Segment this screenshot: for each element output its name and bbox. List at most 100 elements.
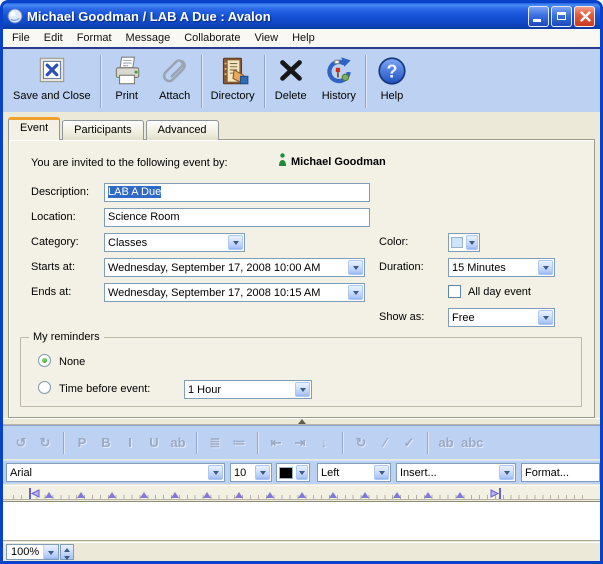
tab-stop-marker[interactable] [108,492,116,498]
maximize-icon [557,12,566,20]
font-toolbar: Arial 10 Left Insert... Format... [3,460,600,484]
tab-stop-marker[interactable] [329,492,337,498]
help-button[interactable]: ? Help [368,52,416,112]
duration-select[interactable]: 15 Minutes [448,258,555,277]
font-size-select[interactable]: 10 [230,463,272,482]
tab-stop-marker[interactable] [298,492,306,498]
save-and-close-button[interactable]: Save and Close [6,52,98,112]
tab-stop-marker[interactable] [45,492,53,498]
tab-participants[interactable]: Participants [62,120,143,140]
category-select[interactable]: Classes [104,233,245,252]
menu-message[interactable]: Message [119,30,178,46]
zoom-control[interactable]: 100% [6,544,59,560]
chevron-down-icon [466,235,478,250]
insert-down-icon: ↓ [315,435,333,450]
tab-stop-marker[interactable] [393,492,401,498]
message-body[interactable] [3,501,600,541]
menu-format[interactable]: Format [70,30,119,46]
align-select[interactable]: Left [317,463,391,482]
chevron-down-icon [208,465,223,480]
splitter-arrow-icon [298,419,306,424]
underline-icon: U [145,435,163,450]
toolbar-separator [196,432,197,454]
starts-at-select[interactable]: Wednesday, September 17, 2008 10:00 AM [104,258,365,277]
reminder-time-select[interactable]: 1 Hour [184,380,312,399]
tab-stop-marker[interactable] [266,492,274,498]
font-color-select[interactable] [276,463,310,482]
spell-check-icon: abc [461,435,483,450]
organizer-name: Michael Goodman [291,156,386,168]
tab-stop-marker[interactable] [424,492,432,498]
bullet-list-icon: ≣ [206,435,224,451]
tab-stop-marker[interactable] [203,492,211,498]
show-as-select[interactable]: Free [448,308,555,327]
numbered-list-icon: ≔ [230,435,248,451]
insert-select[interactable]: Insert... [396,463,516,482]
menu-view[interactable]: View [247,30,285,46]
app-icon [7,8,23,24]
format-toolbar: ↺↻PBIUab≣≔⇤⇥↓↻∕✓ababc [3,425,600,459]
tab-event[interactable]: Event [8,117,60,140]
tab-strip: Event Participants Advanced [3,112,600,139]
font-family-select[interactable]: Arial [6,463,225,482]
directory-button[interactable]: Directory [204,52,262,112]
spinner-down-icon[interactable] [61,554,73,563]
tab-stop-marker[interactable] [361,492,369,498]
directory-icon [216,53,250,89]
pane-splitter[interactable] [3,418,600,425]
font-color-swatch [279,467,293,479]
minimize-button[interactable] [528,6,549,27]
tab-stop-marker[interactable] [77,492,85,498]
history-icon [322,53,356,89]
menu-file[interactable]: File [5,30,37,46]
toolbar-separator [342,432,343,454]
chevron-down-icon [499,465,514,480]
tab-stop-marker[interactable] [456,492,464,498]
title-bar[interactable]: Michael Goodman / LAB A Due : Avalon [3,3,600,29]
my-reminders-legend: My reminders [29,331,104,343]
tab-stop-marker[interactable] [140,492,148,498]
delete-icon [274,53,308,89]
invited-by-label: You are invited to the following event b… [31,157,228,169]
toolbar-separator [100,55,101,108]
maximize-button[interactable] [551,6,572,27]
reminder-time-radio[interactable] [38,381,51,394]
format-select[interactable]: Format... [521,463,600,482]
close-button[interactable] [574,6,595,27]
indent-decrease-icon: ⇤ [267,435,285,451]
all-day-label: All day event [468,286,531,298]
right-indent-marker[interactable] [489,487,503,500]
description-input[interactable]: LAB A Due [104,183,370,202]
delete-button[interactable]: Delete [267,52,315,112]
tab-stop-marker[interactable] [235,492,243,498]
menu-collaborate[interactable]: Collaborate [177,30,247,46]
print-button[interactable]: Print [103,52,151,112]
color-select[interactable] [448,233,480,252]
toolbar-separator [264,55,265,108]
zoom-dropdown-button[interactable] [43,545,58,559]
ends-at-select[interactable]: Wednesday, September 17, 2008 10:15 AM [104,283,365,302]
spinner-up-icon[interactable] [61,545,73,554]
tab-stop-marker[interactable] [171,492,179,498]
chevron-down-icon [538,310,553,325]
all-day-checkbox[interactable] [448,285,461,298]
menu-edit[interactable]: Edit [37,30,70,46]
tab-advanced[interactable]: Advanced [146,120,219,140]
undo-icon: ↺ [12,435,30,451]
history-button[interactable]: History [315,52,363,112]
reminder-time-label: Time before event: [59,383,150,395]
attach-button[interactable]: Attach [151,52,199,112]
duration-label: Duration: [379,261,424,273]
reminder-none-radio[interactable] [38,354,51,367]
strikethrough-icon: ab [169,435,187,450]
chevron-down-icon [295,382,310,397]
zoom-spinner[interactable] [60,544,74,560]
close-icon [575,6,594,27]
menu-bar: File Edit Format Message Collaborate Vie… [3,29,600,47]
chevron-down-icon [255,465,270,480]
menu-help[interactable]: Help [285,30,322,46]
indent-increase-icon: ⇥ [291,435,309,451]
chevron-down-icon [374,465,389,480]
left-indent-marker[interactable] [27,487,41,500]
location-input[interactable]: Science Room [104,208,370,227]
